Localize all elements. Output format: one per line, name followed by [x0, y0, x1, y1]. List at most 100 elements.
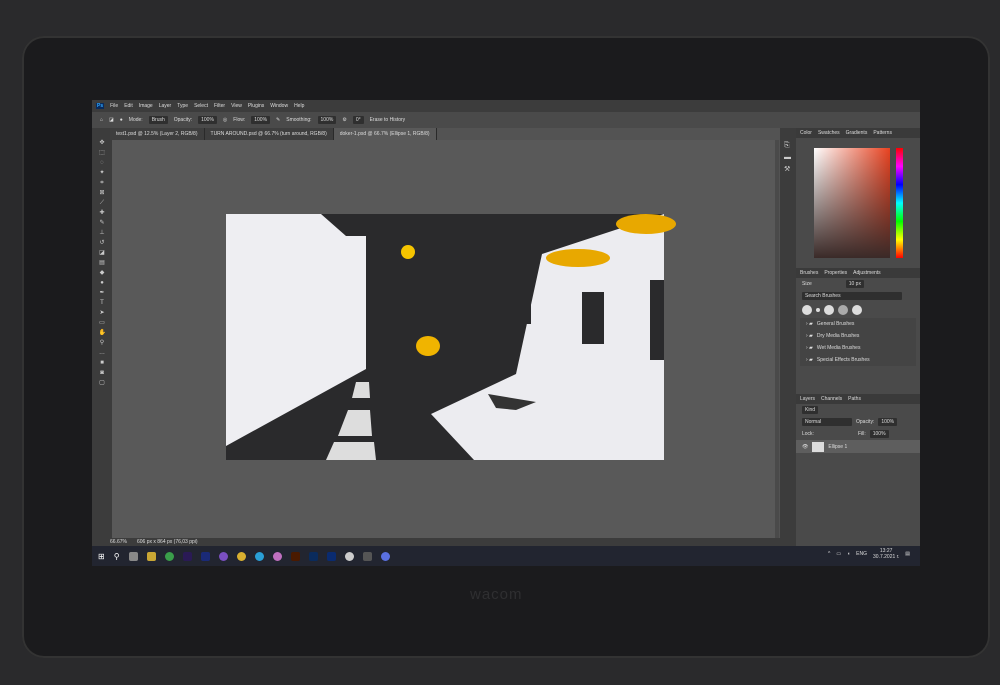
shape-icon[interactable]: ▭ — [99, 320, 106, 327]
pen-icon[interactable]: ✒ — [99, 290, 106, 297]
file-explorer-icon[interactable] — [146, 551, 156, 561]
eyedropper-icon[interactable]: ⟋ — [99, 200, 106, 207]
brush-folder[interactable]: › ▰ General Brushes — [800, 318, 916, 330]
tab-properties[interactable]: Properties — [824, 270, 847, 276]
media-encoder-icon[interactable] — [200, 551, 210, 561]
viber-icon[interactable] — [218, 551, 228, 561]
zoom-icon[interactable]: ⚲ — [99, 340, 106, 347]
blur-icon[interactable]: ◆ — [99, 270, 106, 277]
brush-folder[interactable]: › ▰ Wet Media Brushes — [800, 342, 916, 354]
history-icon[interactable]: ⎘ — [784, 140, 792, 152]
menu-plugins[interactable]: Plugins — [248, 103, 264, 109]
smoothing-field[interactable]: 100% — [317, 116, 337, 124]
fill-field[interactable]: 100% — [869, 430, 889, 438]
flow-field[interactable]: 100% — [251, 116, 271, 124]
tab-channels[interactable]: Channels — [821, 396, 842, 402]
home-icon[interactable]: ⌂ — [100, 117, 103, 123]
brush-size-icon[interactable]: ● — [120, 117, 123, 123]
search-brushes-input[interactable]: Search Brushes — [802, 292, 902, 300]
app-icon[interactable] — [362, 551, 372, 561]
comments-icon[interactable]: ▬ — [784, 152, 792, 164]
airbrush-icon[interactable]: ✎ — [276, 117, 280, 123]
app-icon[interactable] — [344, 551, 354, 561]
brush-preset[interactable] — [816, 308, 820, 312]
dodge-icon[interactable]: ● — [99, 280, 106, 287]
layer-row[interactable]: 👁 Ellipse 1 — [796, 440, 920, 453]
network-icon[interactable]: ▭ — [836, 551, 841, 557]
crop-tool-icon[interactable]: ⌗ — [99, 180, 106, 187]
frame-tool-icon[interactable]: ⊠ — [99, 190, 106, 197]
menu-help[interactable]: Help — [294, 103, 304, 109]
opacity-field[interactable]: 100% — [198, 116, 217, 124]
layer-opacity-field[interactable]: 100% — [878, 418, 898, 426]
color-swatch-icon[interactable]: ■ — [99, 360, 106, 367]
move-tool-icon[interactable]: ✥ — [99, 140, 106, 147]
menu-edit[interactable]: Edit — [124, 103, 133, 109]
premiere-icon[interactable] — [182, 551, 192, 561]
hand-icon[interactable]: ✋ — [99, 330, 106, 337]
brush-tool-icon[interactable]: ✎ — [99, 220, 106, 227]
pressure-opacity-icon[interactable]: ◎ — [223, 117, 227, 123]
menu-select[interactable]: Select — [194, 103, 208, 109]
menu-file[interactable]: File — [110, 103, 118, 109]
tab-layers[interactable]: Layers — [800, 396, 815, 402]
volume-icon[interactable]: ◖ — [847, 551, 850, 557]
app-icon[interactable] — [272, 551, 282, 561]
tab-test1[interactable]: test1.psd @ 12.5% (Layer 2, RGB/8) — [110, 128, 205, 140]
type-icon[interactable]: T — [99, 300, 106, 307]
illustrator-icon[interactable] — [290, 551, 300, 561]
tab-gradients[interactable]: Gradients — [846, 130, 868, 136]
tab-paths[interactable]: Paths — [848, 396, 861, 402]
gradient-icon[interactable]: ▤ — [99, 260, 106, 267]
menu-layer[interactable]: Layer — [159, 103, 172, 109]
menu-image[interactable]: Image — [139, 103, 153, 109]
lasso-tool-icon[interactable]: ◌ — [99, 160, 106, 167]
menu-window[interactable]: Window — [270, 103, 288, 109]
zoom-level[interactable]: 66.67% — [110, 539, 127, 545]
menu-view[interactable]: View — [231, 103, 242, 109]
mode-select[interactable]: Brush — [148, 116, 168, 124]
eraser-icon[interactable]: ◪ — [99, 250, 106, 257]
menu-filter[interactable]: Filter — [214, 103, 225, 109]
blend-mode-select[interactable]: Normal — [802, 418, 852, 426]
photoshop-taskbar-icon[interactable] — [308, 551, 318, 561]
brush-preset[interactable] — [802, 305, 812, 315]
tab-brushes[interactable]: Brushes — [800, 270, 818, 276]
tab-adjustments[interactable]: Adjustments — [853, 270, 881, 276]
clock[interactable]: 13:27 30.7.2021 г. — [873, 548, 899, 560]
brush-preset[interactable] — [852, 305, 862, 315]
tool-presets-icon[interactable]: ⚒ — [784, 164, 792, 176]
language-indicator[interactable]: ENG — [856, 551, 867, 557]
tab-turn-around[interactable]: TURN AROUND.psd @ 66.7% (turn around, RG… — [204, 128, 334, 140]
telegram-icon[interactable] — [254, 551, 264, 561]
magic-wand-icon[interactable]: ✦ — [99, 170, 106, 177]
brush-folder[interactable]: › ▰ Dry Media Brushes — [800, 330, 916, 342]
brush-preset[interactable] — [824, 305, 834, 315]
erase-history-checkbox[interactable]: Erase to History — [370, 117, 406, 123]
menu-type[interactable]: Type — [177, 103, 188, 109]
tab-color[interactable]: Color — [800, 130, 812, 136]
healing-icon[interactable]: ✚ — [99, 210, 106, 217]
angle-field[interactable]: 0° — [352, 116, 364, 124]
brush-folder[interactable]: › ▰ Special Effects Brushes — [800, 354, 916, 366]
hue-slider[interactable] — [896, 148, 903, 258]
layer-filter-select[interactable]: Kind — [802, 406, 819, 414]
history-brush-icon[interactable]: ↺ — [99, 240, 106, 247]
task-view-icon[interactable] — [128, 551, 138, 561]
color-picker[interactable] — [814, 148, 890, 258]
tray-chevron-icon[interactable]: ^ — [828, 551, 830, 557]
marquee-tool-icon[interactable]: ⬚ — [99, 150, 106, 157]
vertical-scrollbar[interactable] — [775, 140, 779, 538]
tab-patterns[interactable]: Patterns — [873, 130, 892, 136]
chrome-icon[interactable] — [164, 551, 174, 561]
canvas-area[interactable] — [112, 140, 778, 538]
eye-icon[interactable]: 👁 — [802, 444, 808, 450]
path-select-icon[interactable]: ➤ — [99, 310, 106, 317]
quick-mask-icon[interactable]: ◙ — [99, 370, 106, 377]
app-icon[interactable] — [236, 551, 246, 561]
search-icon[interactable]: ⚲ — [114, 552, 120, 561]
gear-icon[interactable]: ⚙ — [342, 117, 346, 123]
animate-icon[interactable] — [326, 551, 336, 561]
tab-swatches[interactable]: Swatches — [818, 130, 840, 136]
screen-mode-icon[interactable]: ▢ — [99, 380, 106, 387]
